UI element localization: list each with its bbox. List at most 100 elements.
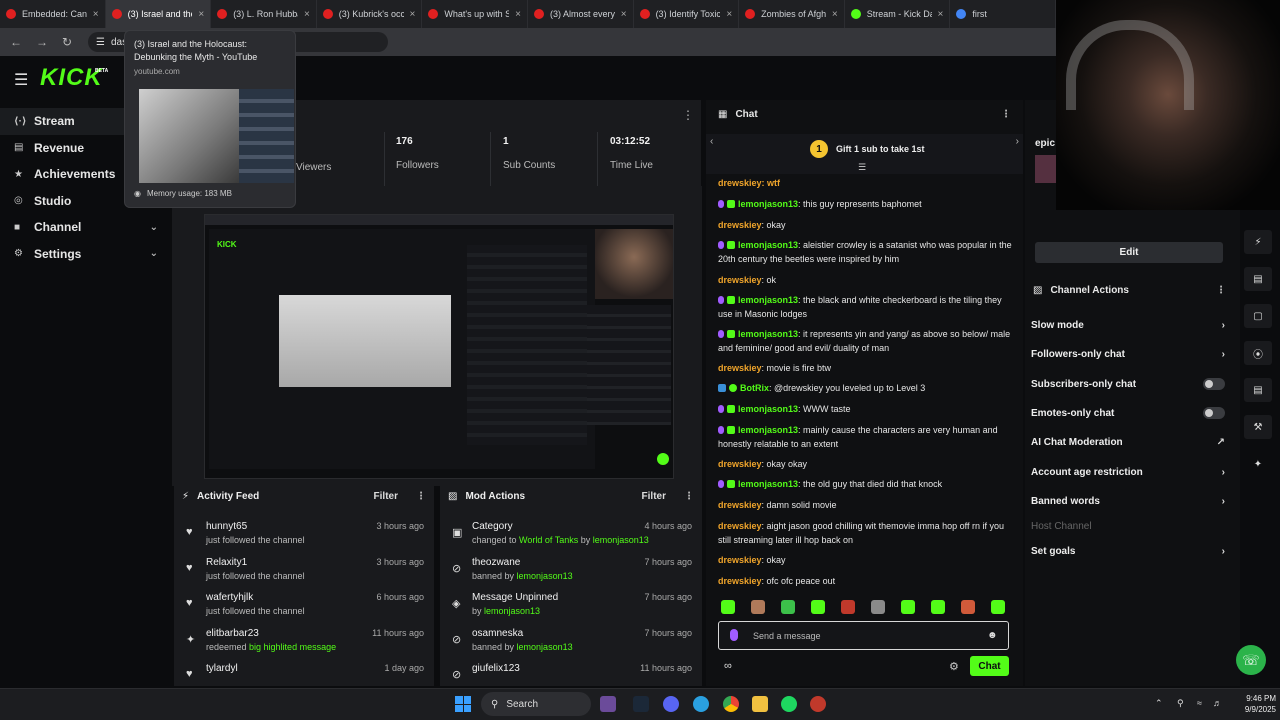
chat-username[interactable]: drewskiey (718, 275, 762, 285)
activity-filter-button[interactable]: Filter (374, 491, 398, 502)
spotify-icon[interactable] (781, 696, 797, 712)
chat-message[interactable]: drewskiey: ofc ofc peace out (718, 574, 1014, 588)
chat-username[interactable]: drewskiey (718, 555, 762, 565)
activity-item[interactable]: ♥ wafertyhjlk just followed the channel 6 h… (174, 589, 434, 625)
kick-logo[interactable]: KICK (40, 64, 103, 92)
chat-message[interactable]: drewskiey: ok (718, 273, 1014, 287)
apps-icon[interactable]: ✦ (1244, 452, 1272, 476)
edge-icon[interactable] (693, 696, 709, 712)
emote-icon[interactable] (961, 600, 975, 614)
chat-username[interactable]: lemonjason13 (738, 404, 798, 414)
activity-username[interactable]: wafertyhjlk (206, 592, 253, 603)
mod-action-item[interactable]: ◈ Message Unpinned by lemonjason13 7 hours … (440, 589, 702, 625)
close-icon[interactable]: × (410, 9, 416, 20)
wifi-icon[interactable]: ≈ (1197, 698, 1202, 708)
chat-message[interactable]: drewskiey: movie is fire btw (718, 361, 1014, 375)
channel-action-account-age-restriction[interactable]: Account age restriction › (1031, 462, 1229, 482)
taskbar-search[interactable]: ⚲ Search (481, 692, 591, 716)
chat-message[interactable]: lemonjason13: it represents yin and yang… (718, 327, 1014, 355)
menu-icon[interactable]: ☰ (14, 70, 28, 90)
close-icon[interactable]: × (726, 9, 732, 20)
emote-icon[interactable] (721, 600, 735, 614)
emote-icon[interactable] (901, 600, 915, 614)
emote-icon[interactable] (781, 600, 795, 614)
browser-tab[interactable]: (3) Kubrick's occul × (317, 0, 423, 28)
wrench-icon[interactable]: ⚒ (1244, 415, 1272, 439)
discord-icon[interactable] (663, 696, 679, 712)
mod-action-link[interactable]: lemonjason13 (484, 606, 540, 616)
browser-tab[interactable]: What's up with Sc × (422, 0, 528, 28)
emote-icon[interactable] (751, 600, 765, 614)
activity-username[interactable]: elitbarbar23 (206, 628, 259, 639)
tray-overflow-icon[interactable]: ⌃ (1155, 698, 1163, 709)
emote-icon[interactable] (841, 600, 855, 614)
chat-bubble-icon[interactable]: ▢ (1244, 304, 1272, 328)
chevron-right-icon[interactable]: › (1222, 496, 1225, 507)
browser-tab[interactable]: Zombies of Afghan × (739, 0, 845, 28)
obs-icon[interactable] (810, 696, 826, 712)
browser-tab[interactable]: (3) Almost every m × (528, 0, 634, 28)
channel-actions-menu-icon[interactable]: ⋮ (1216, 285, 1226, 296)
back-icon[interactable]: ← (10, 35, 22, 49)
external-link-icon[interactable]: ↗ (1217, 437, 1225, 448)
clipboard-icon[interactable]: ▤ (1244, 267, 1272, 291)
activity-username[interactable]: Relaxity1 (206, 557, 247, 568)
chat-username[interactable]: drewskiey (718, 363, 762, 373)
steam-icon[interactable] (633, 696, 649, 712)
activity-item[interactable]: ♥ Relaxity1 just followed the channel 3 hou… (174, 554, 434, 590)
chat-username[interactable]: lemonjason13 (738, 199, 798, 209)
taskbar-clock[interactable]: 9:46 PM 9/9/2025 (1230, 693, 1276, 715)
sidebar-item-settings[interactable]: ⚙ Settings ⌄ (0, 241, 170, 268)
activity-username[interactable]: hunnyt65 (206, 521, 247, 532)
channel-action-emotes-only-chat[interactable]: Emotes-only chat (1031, 403, 1229, 423)
chat-username[interactable]: drewskiey (718, 220, 762, 230)
close-icon[interactable]: × (515, 9, 521, 20)
mod-action-link[interactable]: lemonjason13 (517, 642, 573, 652)
chat-message[interactable]: lemonjason13: WWW taste (718, 402, 1014, 416)
emote-icon[interactable] (811, 600, 825, 614)
chat-username[interactable]: drewskiey (718, 576, 762, 586)
lightning-icon[interactable]: ⚡ (1244, 230, 1272, 254)
channel-action-subscribers-only-chat[interactable]: Subscribers-only chat (1031, 374, 1229, 394)
chat-message[interactable]: lemonjason13: mainly cause the character… (718, 423, 1014, 451)
chevron-left-icon[interactable]: ‹ (710, 136, 713, 147)
gift-leaderboard[interactable]: ‹ 1 Gift 1 sub to take 1st › ☰ (706, 134, 1023, 174)
mod-action-item[interactable]: ▣ Category changed to World of Tanks by le… (440, 518, 702, 554)
folder-icon[interactable] (752, 696, 768, 712)
mod-action-item[interactable]: ⊘ theozwane banned by lemonjason13 7 hours … (440, 554, 702, 590)
chat-message[interactable]: lemonjason13: this guy represents baphom… (718, 197, 1014, 211)
site-info-icon[interactable]: ☰ (96, 37, 105, 48)
infinity-icon[interactable]: ∞ (724, 660, 732, 672)
chevron-right-icon[interactable]: › (1222, 546, 1225, 557)
chat-username[interactable]: drewskiey (718, 459, 762, 469)
close-icon[interactable]: × (198, 9, 204, 20)
chat-username[interactable]: lemonjason13 (738, 295, 798, 305)
chat-username[interactable]: drewskiey (718, 500, 762, 510)
mod-action-link[interactable]: World of Tanks (519, 535, 578, 545)
chat-message[interactable]: drewskiey: aight jason good chilling wit… (718, 519, 1014, 547)
broadcast-icon[interactable]: ⦿ (1244, 341, 1272, 365)
chat-message[interactable]: drewskiey: damn solid movie (718, 498, 1014, 512)
activity-item[interactable]: ♥ hunnyt65 just followed the channel 3 hour… (174, 518, 434, 554)
emote-icon[interactable] (931, 600, 945, 614)
emote-icon[interactable] (871, 600, 885, 614)
chat-username[interactable]: drewskiey (718, 521, 762, 531)
browser-tab[interactable]: first (950, 0, 1056, 28)
chevron-right-icon[interactable]: › (1222, 349, 1225, 360)
pin-toggle-icon[interactable]: ☰ (858, 162, 866, 173)
chevron-down-icon[interactable]: ⌄ (150, 248, 158, 259)
activity-item[interactable]: ✦ elitbarbar23 redeemed big highlited mess… (174, 625, 434, 661)
file-explorer-icon[interactable] (600, 696, 616, 712)
chevron-right-icon[interactable]: › (1222, 320, 1225, 331)
chat-username[interactable]: lemonjason13 (738, 479, 798, 489)
chevron-down-icon[interactable]: ⌄ (150, 222, 158, 233)
close-icon[interactable]: × (304, 9, 310, 20)
edit-button[interactable]: Edit (1035, 242, 1223, 263)
chat-message[interactable]: lemonjason13: aleistier crowley is a sat… (718, 238, 1014, 266)
activity-username[interactable]: tylardyl (206, 663, 238, 674)
chat-message[interactable]: drewskiey: okay (718, 553, 1014, 567)
mod-action-link[interactable]: lemonjason13 (517, 571, 573, 581)
mod-menu-icon[interactable]: ⋮ (684, 491, 694, 502)
channel-action-banned-words[interactable]: Banned words › (1031, 491, 1229, 511)
browser-tab[interactable]: (3) L. Ron Hubbard × (211, 0, 317, 28)
